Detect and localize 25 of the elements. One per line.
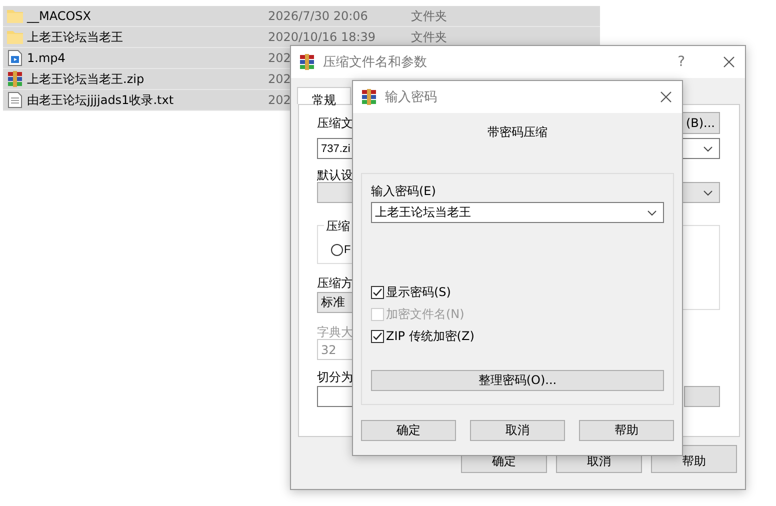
field-label: 字典大 xyxy=(317,325,353,339)
checkbox-label: 加密文件名(N) xyxy=(386,306,464,322)
file-date: 202 xyxy=(268,72,291,86)
dialog-heading: 带密码压缩 xyxy=(486,124,548,141)
file-date: 202 xyxy=(268,93,291,107)
checkbox-label: 显示密码(S) xyxy=(386,284,451,300)
radio-label: F xyxy=(344,244,351,256)
file-name: __MACOSX xyxy=(27,9,92,23)
file-name: 1.mp4 xyxy=(27,51,66,65)
file-date: 202 xyxy=(268,51,291,65)
file-name: 上老王论坛当老王.zip xyxy=(27,70,146,88)
file-date: 2026/7/30 20:06 xyxy=(268,9,368,23)
file-name: 上老王论坛当老王 xyxy=(27,28,124,46)
field-label: 压缩方 xyxy=(317,276,353,290)
file-name: 由老王论坛jjjjads1收录.txt xyxy=(27,92,175,108)
window-title: 输入密码 xyxy=(385,89,438,106)
field-label: 默认设 xyxy=(317,168,353,182)
file-type: 文件夹 xyxy=(411,28,447,46)
checkbox-label: ZIP 传统加密(Z) xyxy=(386,328,474,344)
field-label: 压缩文 xyxy=(317,116,353,130)
field-label: 输入密码(E) xyxy=(371,184,436,198)
field-label: 切分为 xyxy=(317,370,353,384)
file-date: 2020/10/16 18:39 xyxy=(268,30,376,44)
file-type: 文件夹 xyxy=(411,8,447,24)
window-title: 压缩文件名和参数 xyxy=(323,54,428,71)
